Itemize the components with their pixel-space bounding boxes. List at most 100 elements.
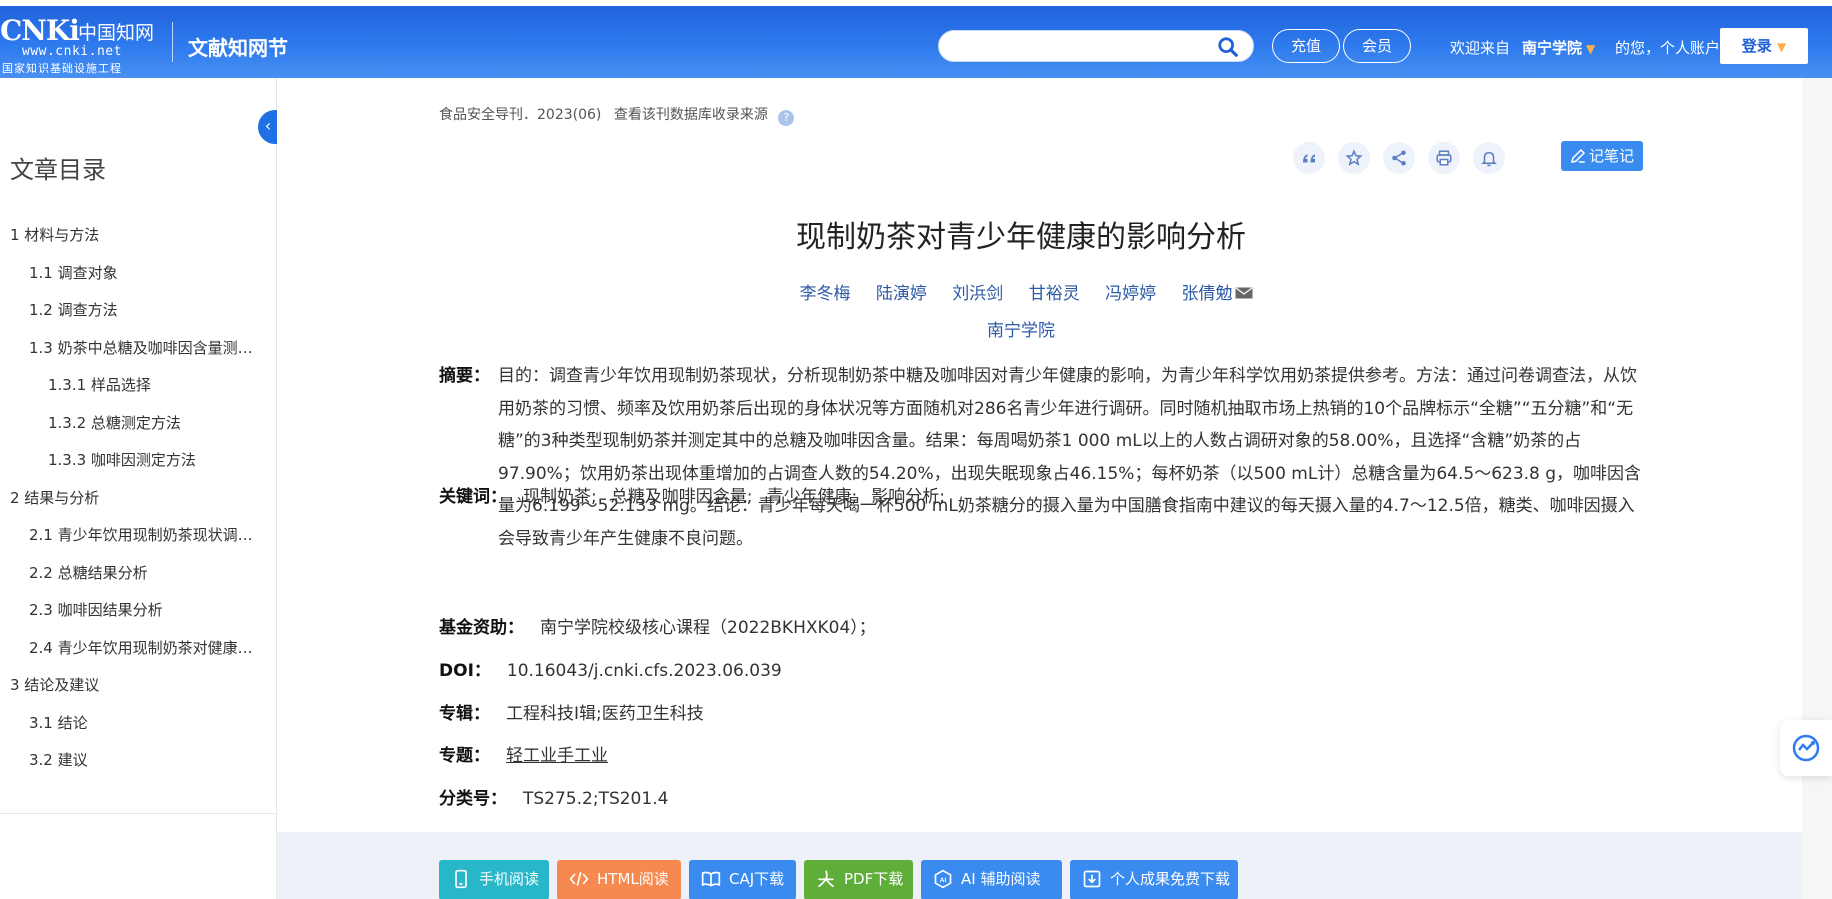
personal-free-download-button[interactable]: 个人成果免费下载 xyxy=(1070,860,1238,899)
article-title: 现制奶茶对青少年健康的影响分析 xyxy=(796,220,1246,255)
search-icon[interactable] xyxy=(1217,36,1239,58)
author-link[interactable]: 冯婷婷 xyxy=(1105,284,1156,304)
keyword-link[interactable]: 影响分析; xyxy=(871,487,945,507)
author-link[interactable]: 甘裕灵 xyxy=(1029,284,1080,304)
toc-item[interactable]: 1.3.1 样品选择 xyxy=(0,368,277,406)
author-link[interactable]: 李冬梅 xyxy=(799,284,850,304)
keyword-link[interactable]: 现制奶茶; xyxy=(523,487,597,507)
journal-source: 食品安全导刊．2023(06) 查看该刊数据库收录来源 ? xyxy=(439,104,795,126)
abstract-label: 摘要： xyxy=(439,366,490,386)
quote-icon xyxy=(1303,154,1315,163)
class-value: TS275.2;TS201.4 xyxy=(523,789,669,809)
toc-item[interactable]: 2.2 总糖结果分析 xyxy=(0,556,277,594)
member-button[interactable]: 会员 xyxy=(1343,29,1411,63)
help-icon[interactable]: ? xyxy=(778,110,795,126)
logo-sub-text: 国家知识基础设施工程 xyxy=(2,62,122,75)
pencil-icon xyxy=(1571,148,1586,163)
fund-value[interactable]: 南宁学院校级核心课程（2022BKHXK04）； xyxy=(540,618,876,638)
organization-link[interactable]: 南宁学院 xyxy=(277,316,1765,341)
mail-icon[interactable] xyxy=(1235,287,1253,299)
institution-name: 南宁学院 xyxy=(1522,39,1583,57)
cnki-logo[interactable]: CNKi 中国知网 www.cnki.net 国家知识基础设施工程 xyxy=(0,14,160,75)
search-input[interactable] xyxy=(953,36,1213,58)
toc-item[interactable]: 1 材料与方法 xyxy=(0,218,277,256)
toc-item[interactable]: 3.2 建议 xyxy=(0,743,277,781)
author-link[interactable]: 张倩勉 xyxy=(1182,284,1233,304)
login-label: 登录 xyxy=(1741,37,1772,55)
welcome-suffix: 的您，个人账户 xyxy=(1615,39,1721,57)
assistant-icon xyxy=(1792,734,1820,762)
class-row: 分类号： TS275.2;TS201.4 xyxy=(439,784,668,809)
mobile-read-button[interactable]: 手机阅读 xyxy=(439,860,549,899)
chevron-left-icon: ‹ xyxy=(264,116,272,135)
logo-cnki-text: CNKi xyxy=(0,14,80,47)
pdf-download-button[interactable]: PDF下载 xyxy=(804,860,913,899)
share-button[interactable] xyxy=(1383,142,1415,174)
caj-download-label: CAJ下载 xyxy=(729,870,785,888)
album-row: 专辑： 工程科技Ⅰ辑;医药卫生科技 xyxy=(439,699,704,724)
database-source-link[interactable]: 查看该刊数据库收录来源 xyxy=(614,107,768,123)
top-header: CNKi 中国知网 www.cnki.net 国家知识基础设施工程 文献知网节 … xyxy=(0,0,1832,78)
album-value: 工程科技Ⅰ辑;医药卫生科技 xyxy=(506,704,704,724)
logo-url-text: www.cnki.net xyxy=(22,44,122,59)
favorite-button[interactable] xyxy=(1338,142,1370,174)
take-note-label: 记笔记 xyxy=(1589,147,1635,165)
keywords-label: 关键词： xyxy=(439,487,507,507)
printer-icon xyxy=(1436,150,1452,166)
recharge-button[interactable]: 充值 xyxy=(1272,29,1340,63)
mobile-read-label: 手机阅读 xyxy=(479,870,540,888)
personal-free-download-label: 个人成果免费下载 xyxy=(1110,870,1231,888)
login-button[interactable]: 登录 ▼ xyxy=(1720,28,1808,64)
ai-icon: AI xyxy=(934,869,952,889)
journal-name-link[interactable]: 食品安全导刊．2023(06) xyxy=(439,107,601,123)
html-read-button[interactable]: HTML阅读 xyxy=(557,860,681,899)
keyword-link[interactable]: 总糖及咖啡因含量; xyxy=(611,487,753,507)
code-icon xyxy=(569,872,589,886)
logo-divider xyxy=(172,22,173,62)
toc-item[interactable]: 3 结论及建议 xyxy=(0,668,277,706)
sidebar-collapse-button[interactable]: ‹ xyxy=(258,110,278,144)
abstract: 摘要： 目的：调查青少年饮用现制奶茶现状，分析现制奶茶中糖及咖啡因对青少年健康的… xyxy=(439,360,1644,555)
ai-read-label: AI 辅助阅读 xyxy=(961,870,1041,888)
topic-link[interactable]: 轻工业手工业 xyxy=(506,746,608,766)
toc-item[interactable]: 1.1 调查对象 xyxy=(0,256,277,294)
institution-dropdown[interactable]: 南宁学院 ▼ xyxy=(1522,37,1595,58)
toc-item[interactable]: 1.3.3 咖啡因测定方法 xyxy=(0,443,277,481)
toc-item[interactable]: 1.3 奶茶中总糖及咖啡因含量测定方法 xyxy=(0,331,277,369)
author-link[interactable]: 刘浜剑 xyxy=(952,284,1003,304)
toc-title: 文章目录 xyxy=(10,156,106,184)
cite-button[interactable] xyxy=(1293,142,1325,174)
topic-row: 专题： 轻工业手工业 xyxy=(439,741,608,766)
ai-read-button[interactable]: AI AI 辅助阅读 xyxy=(921,860,1062,899)
svg-text:AI: AI xyxy=(940,877,947,884)
share-icon xyxy=(1392,150,1406,166)
topic-label: 专题： xyxy=(439,746,490,766)
take-note-button[interactable]: 记笔记 xyxy=(1561,141,1643,171)
floating-assistant-button[interactable] xyxy=(1780,720,1832,776)
toc-item[interactable]: 2.3 咖啡因结果分析 xyxy=(0,593,277,631)
search-box[interactable] xyxy=(938,30,1254,62)
html-read-label: HTML阅读 xyxy=(597,870,669,888)
subscribe-button[interactable] xyxy=(1473,142,1505,174)
caj-download-button[interactable]: CAJ下载 xyxy=(689,860,796,899)
download-icon xyxy=(1083,870,1101,888)
doi-row: DOI： 10.16043/j.cnki.cfs.2023.06.039 xyxy=(439,656,782,681)
print-button[interactable] xyxy=(1428,142,1460,174)
toc-item[interactable]: 1.3.2 总糖测定方法 xyxy=(0,406,277,444)
chevron-down-icon: ▼ xyxy=(1586,42,1596,56)
toc-item[interactable]: 2.1 青少年饮用现制奶茶现状调查结果 xyxy=(0,518,277,556)
toc-item[interactable]: 2.4 青少年饮用现制奶茶对健康的影响 xyxy=(0,631,277,669)
logo-cn-text: 中国知网 xyxy=(78,22,155,44)
phone-icon xyxy=(455,869,467,889)
site-name: 文献知网节 xyxy=(188,36,288,60)
toc-item[interactable]: 1.2 调查方法 xyxy=(0,293,277,331)
doi-value: 10.16043/j.cnki.cfs.2023.06.039 xyxy=(506,661,782,681)
keyword-link[interactable]: 青少年健康; xyxy=(766,487,857,507)
chevron-down-icon: ▼ xyxy=(1777,40,1787,54)
toc-item[interactable]: 2 结果与分析 xyxy=(0,481,277,519)
toc-item[interactable]: 3.1 结论 xyxy=(0,706,277,744)
article-main: 食品安全导刊．2023(06) 查看该刊数据库收录来源 ? 记笔记 现制奶茶对青… xyxy=(277,78,1802,832)
author-link[interactable]: 陆演婷 xyxy=(876,284,927,304)
pdf-icon xyxy=(818,870,834,888)
sidebar-divider xyxy=(0,813,277,814)
